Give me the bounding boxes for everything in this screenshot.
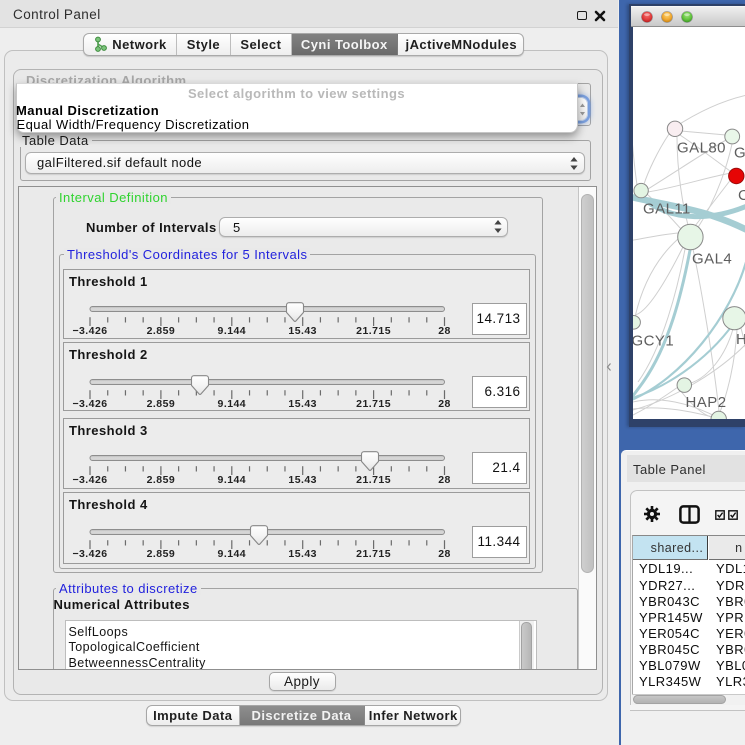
- svg-text:9.144: 9.144: [218, 398, 247, 410]
- svg-text:−3.426: −3.426: [72, 398, 107, 410]
- svg-text:15.43: 15.43: [288, 325, 317, 337]
- svg-text:21.715: 21.715: [356, 474, 391, 486]
- svg-text:15.43: 15.43: [288, 398, 317, 410]
- svg-text:−3.426: −3.426: [72, 474, 107, 486]
- svg-text:−3.426: −3.426: [72, 325, 107, 337]
- svg-text:9.144: 9.144: [218, 325, 247, 337]
- svg-text:HAP2: HAP2: [686, 394, 727, 411]
- svg-text:−3.426: −3.426: [72, 548, 107, 560]
- svg-text:C: C: [738, 187, 745, 204]
- svg-text:28: 28: [438, 398, 451, 410]
- svg-text:28: 28: [438, 548, 451, 560]
- svg-text:H: H: [736, 331, 745, 348]
- svg-text:2.859: 2.859: [147, 474, 176, 486]
- svg-text:GCY1: GCY1: [633, 333, 674, 350]
- svg-text:2.859: 2.859: [147, 548, 176, 560]
- svg-text:9.144: 9.144: [218, 548, 247, 560]
- svg-text:15.43: 15.43: [288, 548, 317, 560]
- svg-text:2.859: 2.859: [147, 398, 176, 410]
- svg-text:GAL4: GAL4: [692, 251, 732, 268]
- svg-text:15.43: 15.43: [288, 474, 317, 486]
- svg-text:28: 28: [438, 474, 451, 486]
- svg-text:GAL11: GAL11: [643, 201, 691, 218]
- svg-text:GA: GA: [734, 145, 745, 162]
- svg-text:9.144: 9.144: [218, 474, 247, 486]
- svg-text:21.715: 21.715: [356, 325, 391, 337]
- svg-text:2.859: 2.859: [147, 325, 176, 337]
- svg-text:28: 28: [438, 325, 451, 337]
- svg-text:21.715: 21.715: [356, 548, 391, 560]
- svg-text:GAL80: GAL80: [677, 140, 726, 157]
- svg-text:21.715: 21.715: [356, 398, 391, 410]
